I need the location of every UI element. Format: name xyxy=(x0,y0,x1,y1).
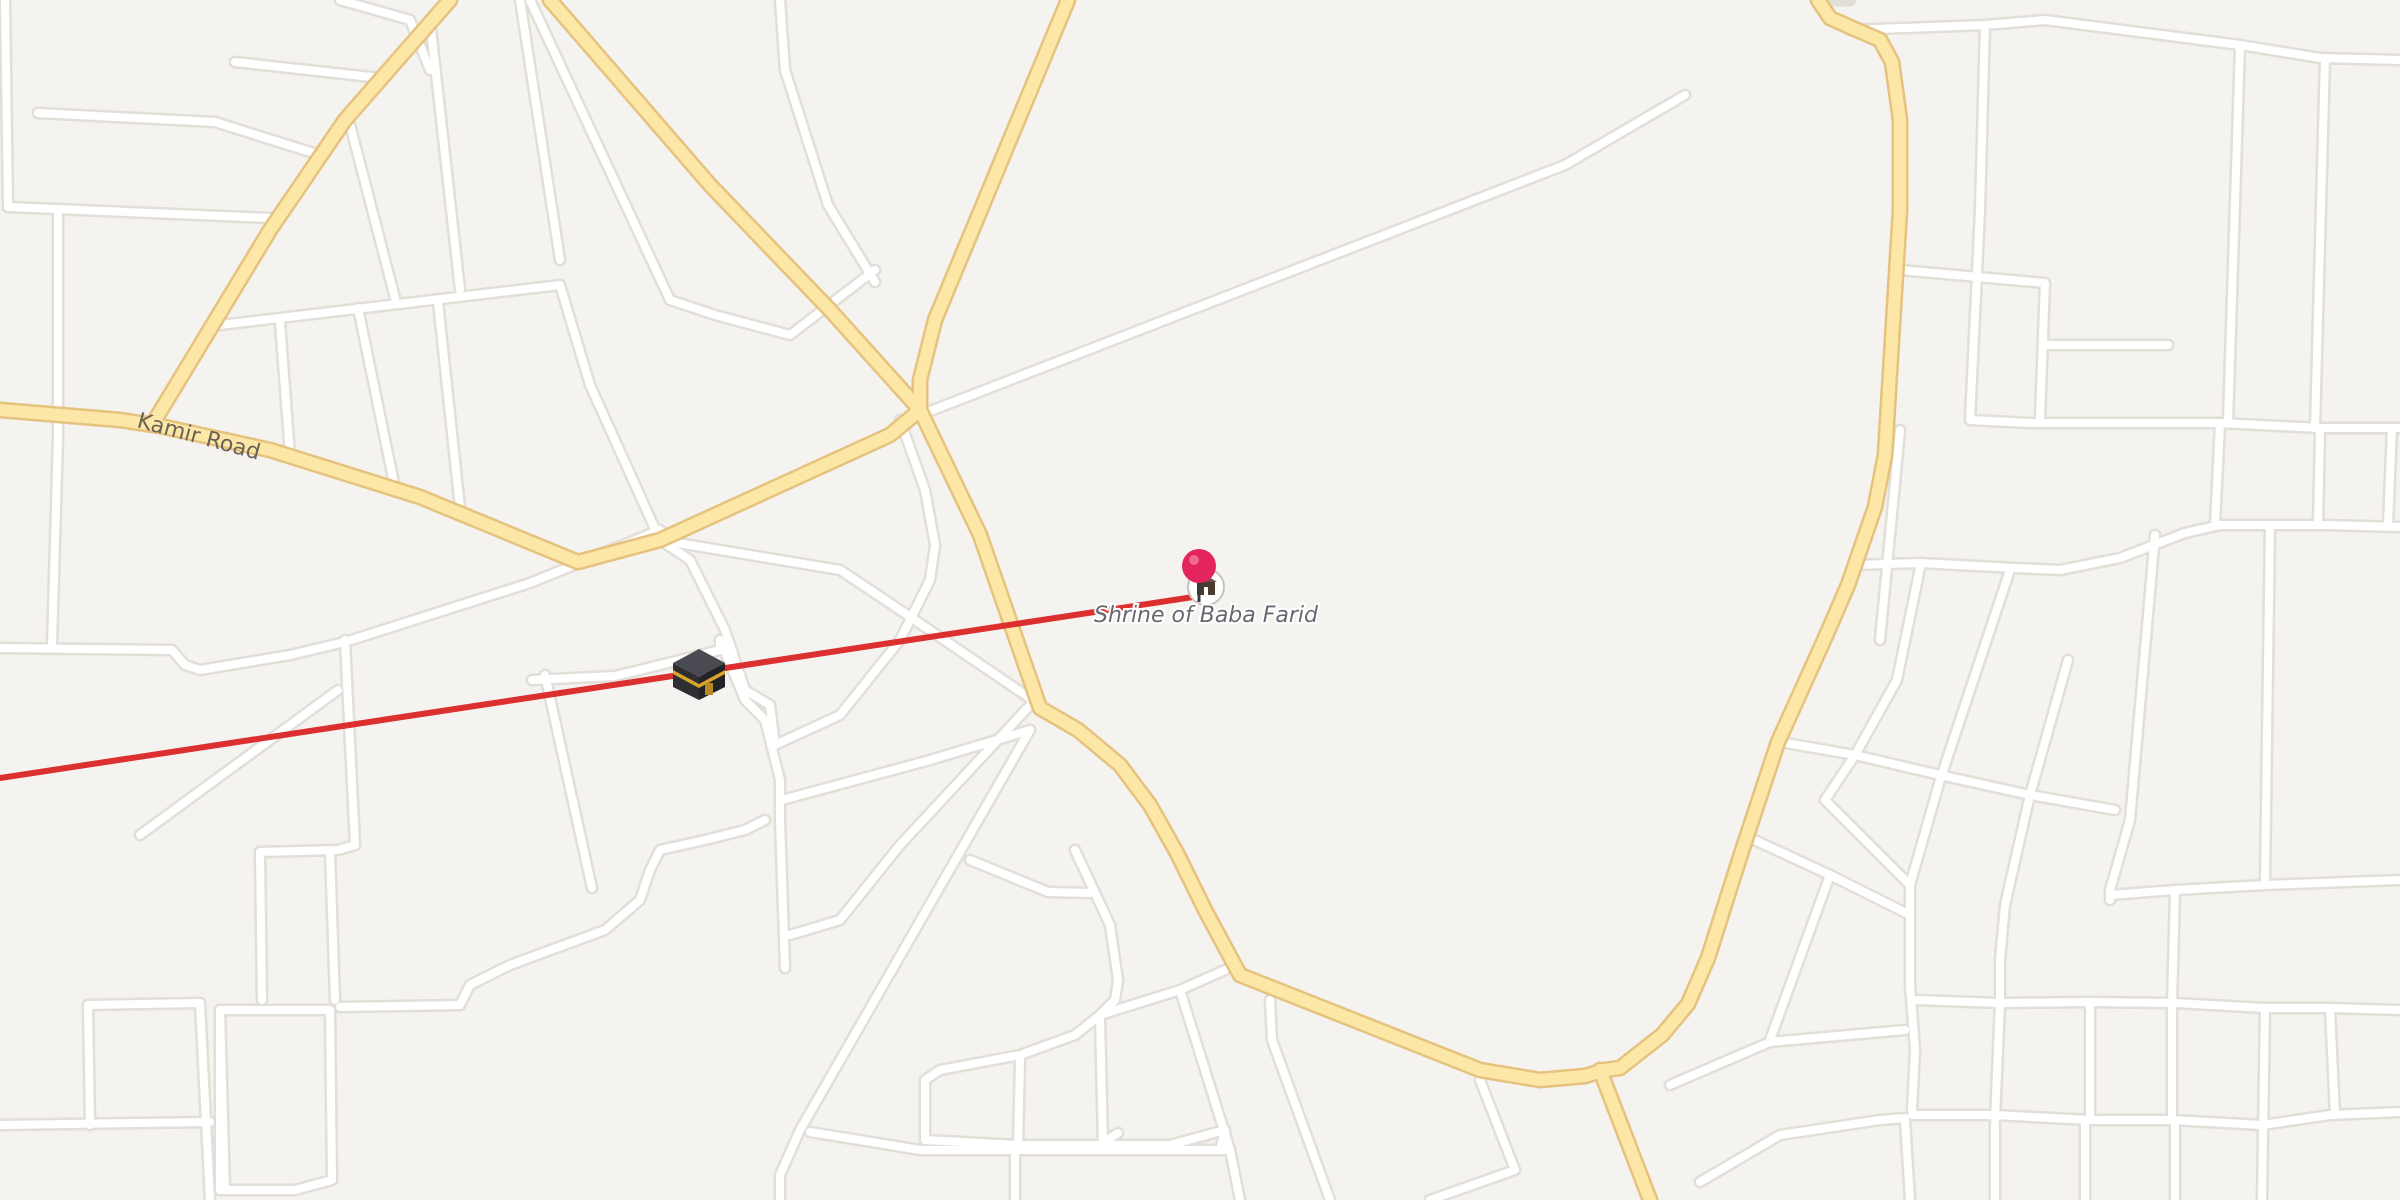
poi-label-shrine: Shrine of Baba Farid xyxy=(1094,603,1319,628)
map-canvas[interactable]: Kamir Road Shrine of Baba Farid xyxy=(0,0,2400,1200)
